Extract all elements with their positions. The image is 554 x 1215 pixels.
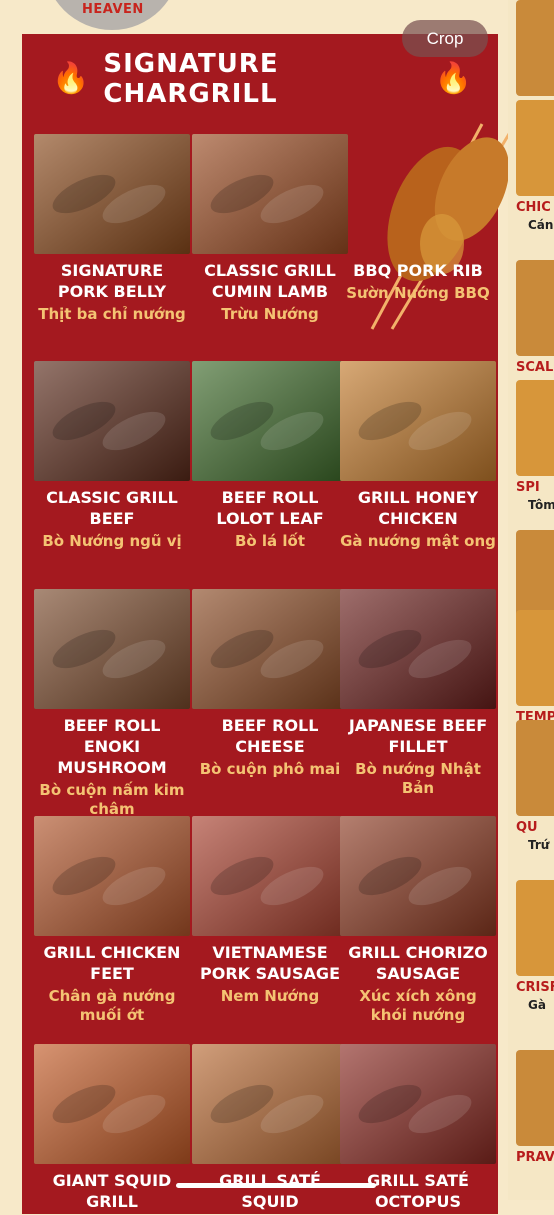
menu-item[interactable]: BEEF ROLL ENOKI MUSHROOM Bò cuộn nấm kim…	[34, 589, 190, 819]
menu-item-name: CLASSIC GRILL CUMIN LAMB	[204, 261, 336, 301]
menu-item-vietnamese-name: Trừu Nướng	[221, 305, 319, 323]
side-item-subtitle: Trứ	[528, 838, 550, 852]
side-item-photo	[516, 1050, 554, 1146]
logo-text: HEAVEN	[82, 2, 144, 17]
menu-item-photo	[34, 1044, 190, 1164]
menu-item-vietnamese-name: Bò cuộn phô mai	[199, 760, 341, 778]
crop-button[interactable]: Crop	[402, 20, 488, 57]
menu-item[interactable]: BBQ PORK RIB Sườn Nướng BBQ	[340, 134, 496, 303]
menu-item-vietnamese-name: Sườn Nướng BBQ	[346, 284, 490, 302]
side-item-label: QU	[516, 820, 538, 835]
menu-item[interactable]: GRILL CHORIZO SAUSAGE Xúc xích xông khói…	[340, 816, 496, 1025]
menu-item-name: BEEF ROLL ENOKI MUSHROOM	[57, 716, 167, 777]
menu-item-photo	[192, 1044, 348, 1164]
menu-item-vietnamese-name: Xúc xích xông khói nướng	[359, 987, 477, 1024]
menu-item-photo	[34, 361, 190, 481]
menu-item[interactable]: SIGNATURE PORK BELLY Thịt ba chỉ nướng	[34, 134, 190, 324]
menu-item-photo	[340, 816, 496, 936]
side-item-label: CHIC	[516, 200, 551, 215]
menu-item-name: GRILL CHICKEN FEET	[43, 943, 181, 983]
menu-item-name: GRILL CHORIZO SAUSAGE	[348, 943, 488, 983]
menu-item-name: VIETNAMESE PORK SAUSAGE	[200, 943, 340, 983]
side-item-photo	[516, 880, 554, 976]
menu-item-photo	[192, 816, 348, 936]
menu-item-vietnamese-name: Bò nướng Nhật Bản	[355, 760, 481, 797]
menu-item-name: SIGNATURE PORK BELLY	[57, 261, 167, 301]
menu-item[interactable]: GRILL CHICKEN FEET Chân gà nướng muối ớt	[34, 816, 190, 1025]
side-item-label: SCAL	[516, 360, 554, 375]
menu-item[interactable]: VIETNAMESE PORK SAUSAGE Nem Nướng	[192, 816, 348, 1006]
menu-item[interactable]: JAPANESE BEEF FILLET Bò nướng Nhật Bản	[340, 589, 496, 798]
side-item-photo	[516, 260, 554, 356]
menu-item-photo	[340, 1044, 496, 1164]
home-indicator[interactable]	[176, 1183, 376, 1188]
side-item-label: PRAV	[516, 1150, 554, 1165]
menu-item-photo	[192, 589, 348, 709]
side-item-subtitle: Cán	[528, 218, 554, 232]
menu-item-name: GRILL SATÉ SQUID	[219, 1171, 321, 1211]
menu-item[interactable]: CLASSIC GRILL BEEF Bò Nướng ngũ vị	[34, 361, 190, 551]
menu-item-name: BEEF ROLL LOLOT LEAF	[216, 488, 324, 528]
menu-item-name: BEEF ROLL CHEESE	[221, 716, 319, 756]
menu-item-name: GRILL SATÉ OCTOPUS	[367, 1171, 469, 1211]
section-header: 🔥 SIGNATURE CHARGRILL 🔥	[52, 49, 472, 109]
menu-item-photo	[192, 361, 348, 481]
menu-item-name: GIANT SQUID GRILL	[52, 1171, 172, 1211]
side-item-photo	[516, 380, 554, 476]
menu-item-photo	[34, 134, 190, 254]
next-page-strip[interactable]: SCHICCánSCALHSPITômJTEMPTôQUTrứCRISFGàPR…	[508, 0, 554, 1200]
side-item-subtitle: Gà	[528, 998, 546, 1012]
side-item-photo	[516, 610, 554, 706]
restaurant-logo: HEAVEN	[44, 0, 180, 30]
menu-item-name: CLASSIC GRILL BEEF	[46, 488, 178, 528]
menu-item-vietnamese-name: Bò Nướng ngũ vị	[42, 532, 182, 550]
menu-item-photo	[340, 589, 496, 709]
side-item-label: CRISF	[516, 980, 554, 995]
menu-board: 🔥 SIGNATURE CHARGRILL 🔥 SIGNATURE PORK B…	[22, 34, 514, 1215]
side-item-photo	[516, 720, 554, 816]
menu-item[interactable]: GRILL HONEY CHICKEN Gà nướng mật ong	[340, 361, 496, 551]
side-item-subtitle: Tôm	[528, 498, 554, 512]
section-title: SIGNATURE CHARGRILL	[103, 49, 279, 109]
menu-item-vietnamese-name: Thịt ba chỉ nướng	[38, 305, 186, 323]
flame-icon-right: 🔥	[434, 61, 472, 96]
side-item-label: SPI	[516, 480, 540, 495]
menu-item[interactable]: GRILL SATÉ OCTOPUS	[340, 1044, 496, 1215]
menu-item-photo	[34, 589, 190, 709]
flame-icon-left: 🔥	[52, 61, 90, 96]
menu-item-name: BBQ PORK RIB	[353, 261, 483, 280]
menu-item[interactable]: GIANT SQUID GRILL	[34, 1044, 190, 1215]
side-item-photo	[516, 100, 554, 196]
menu-item-vietnamese-name: Gà nướng mật ong	[340, 532, 496, 550]
menu-item[interactable]: BEEF ROLL LOLOT LEAF Bò lá lốt	[192, 361, 348, 551]
menu-item-name: GRILL HONEY CHICKEN	[357, 488, 479, 528]
menu-item[interactable]: GRILL SATÉ SQUID	[192, 1044, 348, 1215]
menu-item[interactable]: BEEF ROLL CHEESE Bò cuộn phô mai	[192, 589, 348, 779]
menu-item-photo	[192, 134, 348, 254]
menu-item-photo	[34, 816, 190, 936]
menu-item-vietnamese-name: Bò cuộn nấm kim châm	[39, 781, 185, 818]
side-item-photo	[516, 0, 554, 96]
menu-item-vietnamese-name: Bò lá lốt	[234, 532, 306, 550]
menu-item-vietnamese-name: Nem Nướng	[220, 987, 320, 1005]
menu-item-photo	[340, 361, 496, 481]
menu-item-name: JAPANESE BEEF FILLET	[348, 716, 488, 756]
menu-item[interactable]: CLASSIC GRILL CUMIN LAMB Trừu Nướng	[192, 134, 348, 324]
menu-item-vietnamese-name: Chân gà nướng muối ớt	[48, 987, 176, 1024]
